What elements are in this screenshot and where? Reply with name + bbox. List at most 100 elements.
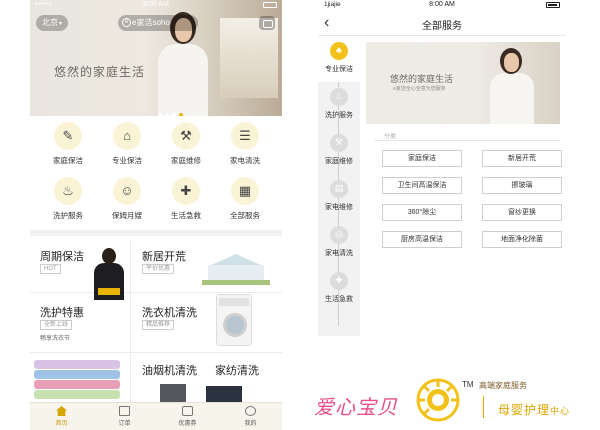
service-label: 家电清洗 <box>230 156 260 165</box>
appliance-icon: ▤ <box>330 180 348 198</box>
promo-textile-cleaning[interactable]: 家纺清洗 <box>215 362 259 378</box>
service-label: 保姆月嫂 <box>112 211 142 220</box>
tab-orders[interactable]: 订单 <box>93 406 156 427</box>
category-sidebar: ♣ 专业保洁 ♨ 洗护服务 ⚒ 家庭维修 ▤ 家电维修 ◎ 家电清洗 ✚ 生活急… <box>318 36 360 336</box>
house-image <box>202 248 270 286</box>
service-item[interactable]: ☰ 家电清洗 <box>215 122 275 172</box>
air-conditioner-icon: ☰ <box>231 122 259 150</box>
city-selector[interactable]: 北京▾ <box>36 15 69 31</box>
service-banner[interactable]: 悠然的家庭生活 e家洁全心全意为您服务 <box>366 42 560 124</box>
brand-divider <box>483 396 484 418</box>
service-item[interactable]: ⌂ 专业保洁 <box>97 122 157 172</box>
service-item[interactable]: ✎ 家庭保洁 <box>38 122 98 172</box>
service-item[interactable]: ✚ 生活急救 <box>156 177 216 227</box>
service-label: 生活急救 <box>171 211 201 220</box>
service-label: 家庭维修 <box>171 156 201 165</box>
service-button[interactable]: 地面净化除菌 <box>482 231 562 248</box>
coupon-icon <box>182 406 193 416</box>
profile-icon <box>245 406 256 416</box>
sidebar-item-appliance-repair[interactable]: ▤ 家电维修 <box>318 174 360 220</box>
new-badge: 全新上线 <box>40 320 73 330</box>
promo-new-home[interactable]: 新居开荒 <box>142 248 186 264</box>
status-time: 8:00 AM <box>143 1 169 8</box>
all-services-screen: 1jiajie 8:00 AM ‹ 全部服务 ♣ 专业保洁 ♨ 洗护服务 ⚒ 家… <box>318 0 566 340</box>
promo-laundry[interactable]: 洗护特惠 <box>40 304 84 320</box>
sidebar-item-professional-cleaning[interactable]: ♣ 专业保洁 <box>318 36 360 82</box>
service-button[interactable]: 家庭保洁 <box>382 150 462 167</box>
status-bar: ••••• 8:00 AM <box>30 0 282 12</box>
promo-badge: 平价优惠 <box>142 264 175 274</box>
trademark-label: TM <box>462 380 474 389</box>
nanny-icon: ☺ <box>113 177 141 205</box>
service-button[interactable]: 新居开荒 <box>482 150 562 167</box>
hot-badge: HOT <box>40 264 61 274</box>
service-button[interactable]: 厨房高温保洁 <box>382 231 462 248</box>
chevron-down-icon: ▾ <box>59 21 63 27</box>
sidebar-item-home-repair[interactable]: ⚒ 家庭维修 <box>318 128 360 174</box>
sun-logo-icon <box>416 378 460 422</box>
washing-machine-image <box>216 294 252 346</box>
search-input[interactable]: e e家洁soho <box>118 15 198 31</box>
service-item[interactable]: ♨ 洗护服务 <box>38 177 98 227</box>
service-label: 洗护服务 <box>53 211 83 220</box>
service-item[interactable]: ⚒ 家庭维修 <box>156 122 216 172</box>
tab-coupons[interactable]: 优惠券 <box>156 406 219 427</box>
sidebar-item-appliance-cleaning[interactable]: ◎ 家电清洗 <box>318 220 360 266</box>
service-button[interactable]: 擦玻璃 <box>482 177 562 194</box>
promo-washer-cleaning[interactable]: 洗衣机清洗 <box>142 304 197 320</box>
service-button[interactable]: 窗纱更换 <box>482 204 562 221</box>
page-title: 全部服务 <box>422 21 462 32</box>
service-item[interactable]: ☺ 保姆月嫂 <box>97 177 157 227</box>
hero-banner[interactable]: ••••• 8:00 AM 北京▾ e e家洁soho 悠然的家庭生活 <box>30 0 282 116</box>
category-label: 分类 <box>384 134 397 140</box>
home-icon <box>56 406 67 416</box>
sidebar-item-laundry[interactable]: ♨ 洗护服务 <box>318 82 360 128</box>
search-text: e家洁soho <box>132 18 170 27</box>
service-label: 全部服务 <box>230 211 260 220</box>
promo-badge: 精品推荐 <box>142 320 175 330</box>
tab-bar: 首页 订单 优惠券 我的 <box>30 402 282 430</box>
service-button[interactable]: 卫生间高温保洁 <box>382 177 462 194</box>
carousel-dots[interactable] <box>158 104 186 116</box>
shirt-icon: ♨ <box>330 88 348 106</box>
promo-subtitle: 畅享洗衣节 <box>40 336 71 342</box>
broom-icon: ✎ <box>54 122 82 150</box>
first-aid-icon: ✚ <box>330 272 348 290</box>
order-icon <box>119 406 130 416</box>
wrench-icon: ⚒ <box>330 134 348 152</box>
status-time: 8:00 AM <box>429 1 455 8</box>
sidebar-item-emergency[interactable]: ✚ 生活急救 <box>318 266 360 312</box>
search-icon: e <box>122 18 131 27</box>
battery-icon <box>546 2 560 8</box>
brand-name: 爱心宝贝 <box>314 397 398 419</box>
first-aid-icon: ✚ <box>172 177 200 205</box>
service-label: 家庭保洁 <box>53 156 83 165</box>
message-icon[interactable] <box>259 16 275 30</box>
home-screen: ••••• 8:00 AM 北京▾ e e家洁soho 悠然的家庭生活 ✎ 家庭… <box>30 0 282 430</box>
washer-icon: ◎ <box>330 226 348 244</box>
nav-bar: ‹ 全部服务 <box>318 12 566 36</box>
folded-clothes-image <box>34 356 120 404</box>
spray-icon: ♣ <box>330 42 348 60</box>
tab-home[interactable]: 首页 <box>30 406 93 427</box>
banner-subtitle: e家洁全心全意为您服务 <box>393 86 446 92</box>
grid-icon: ▦ <box>231 177 259 205</box>
banner-woman-image <box>488 46 536 124</box>
promo-section: 周期保洁 HOT 新居开荒 平价优惠 洗护特惠 全新上线 畅享洗衣节 洗衣机清洗… <box>30 236 282 406</box>
service-label: 专业保洁 <box>112 156 142 165</box>
service-button[interactable]: 360°除尘 <box>382 204 462 221</box>
brand-subtitle: 母婴护理中心 <box>498 403 571 417</box>
service-item[interactable]: ▦ 全部服务 <box>215 177 275 227</box>
category-divider <box>374 140 560 141</box>
city-label: 北京 <box>42 18 58 27</box>
vacuum-icon: ⌂ <box>113 122 141 150</box>
brand-tagline: 高端家庭服务 <box>479 381 527 390</box>
tab-profile[interactable]: 我的 <box>219 406 282 427</box>
battery-icon <box>263 2 277 8</box>
cleaner-image <box>94 248 124 300</box>
service-grid: ✎ 家庭保洁 ⌂ 专业保洁 ⚒ 家庭维修 ☰ 家电清洗 ♨ 洗护服务 ☺ 保姆月… <box>30 122 282 230</box>
promo-weekly-cleaning[interactable]: 周期保洁 <box>40 248 84 264</box>
status-bar: 1jiajie 8:00 AM <box>318 0 566 12</box>
hero-window-image <box>220 18 278 98</box>
promo-hood-cleaning[interactable]: 油烟机清洗 <box>142 362 197 378</box>
